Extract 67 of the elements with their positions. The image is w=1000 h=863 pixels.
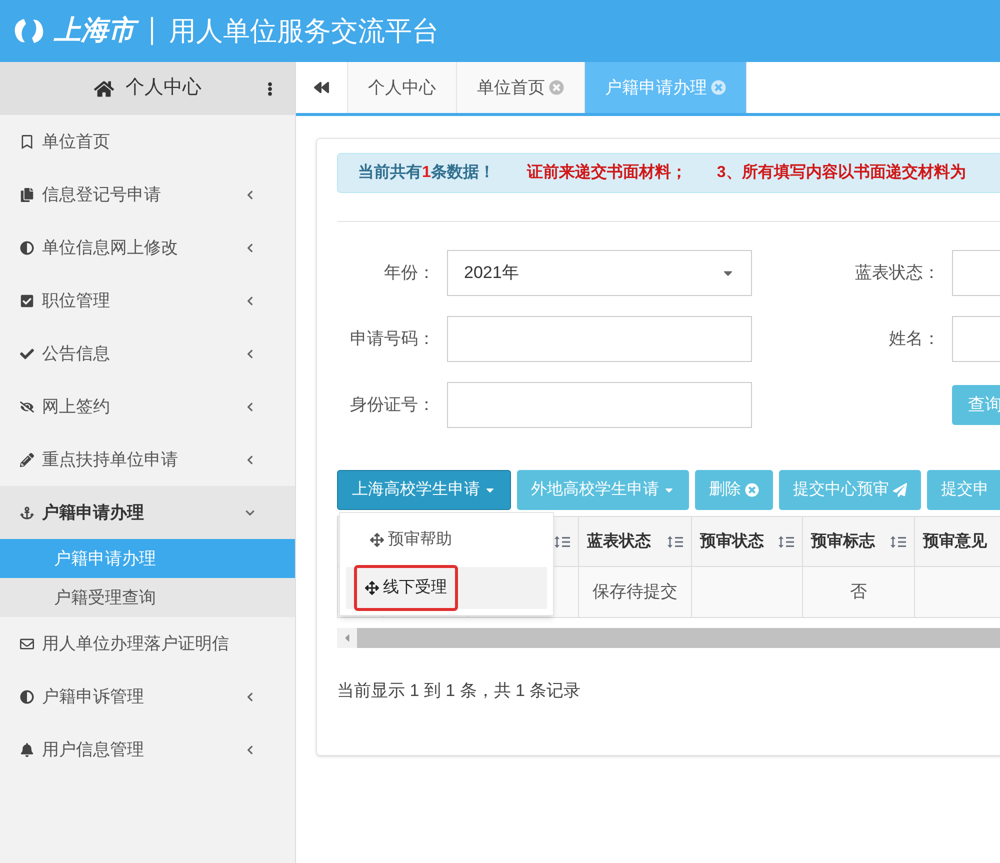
tab[interactable]: 个人中心 [348,62,457,113]
table-cell: 保存待提交 [579,567,692,617]
sidebar-item[interactable]: 户籍申请办理 [0,486,295,539]
paper-plane-icon [893,483,907,497]
sidebar-item[interactable]: 重点扶持单位申请 [0,433,295,486]
field-label: 身份证号： [349,394,436,416]
pagination-info: 当前显示 1 到 1 条，共 1 条记录 [337,680,582,702]
chevron-down-icon [245,508,255,518]
anchor-icon [20,506,34,520]
eye-slash-icon [20,400,34,414]
bell-icon [20,742,34,756]
chevron-left-icon [245,744,255,754]
column-header[interactable]: 预审状态 [692,517,803,566]
move-icon [365,581,379,595]
chevron-left-icon [245,692,255,702]
chevron-left-icon [245,242,255,252]
sort-icon[interactable] [778,534,794,548]
bookmark-icon [20,134,34,148]
horizontal-scrollbar[interactable] [337,628,1000,648]
documents-icon [20,188,34,202]
sidebar-item[interactable]: 信息登记号申请 [0,168,295,221]
platform-title: 用人单位服务交流平台 [169,14,439,48]
chevron-left-icon [245,190,255,200]
sidebar-item[interactable]: 公告信息 [0,327,295,380]
input-field[interactable] [447,382,752,428]
chevron-left-icon [245,296,255,306]
field-label: 姓名： [888,328,941,350]
column-header[interactable]: 预审意见 [915,517,1000,566]
record-count-text: 当前共有1条数据！ [358,162,495,183]
close-icon[interactable] [711,80,726,95]
sidebar-title: 个人中心 [126,76,202,100]
chevron-left-icon [245,454,255,464]
menu-item[interactable]: 线下受理 [346,567,547,609]
check-icon [20,346,34,360]
year-select[interactable]: 2021年 [447,250,752,296]
chevron-left-icon [245,348,255,358]
logo-icon [12,16,46,46]
checkbox-icon [20,294,34,308]
chevron-left-icon [245,402,255,412]
tab[interactable]: 单位首页 [457,62,585,113]
column-header[interactable]: 蓝表状态 [579,517,692,566]
sidebar-item[interactable]: 单位信息网上修改 [0,221,295,274]
table-cell: 否 [803,567,915,617]
sidebar-item[interactable]: 单位首页 [0,115,295,168]
sort-icon[interactable] [890,534,906,548]
sidebar-item[interactable]: 网上签约 [0,380,295,433]
column-header[interactable]: 预审标志 [803,517,915,566]
sidebar-item[interactable]: 用人单位办理落户证明信 [0,617,295,670]
sidebar-item[interactable]: 职位管理 [0,274,295,327]
sort-icon[interactable] [554,534,570,548]
field-label: 申请号码： [349,328,436,350]
sort-icon[interactable] [667,534,683,548]
close-icon[interactable] [549,80,564,95]
notice-text: 3、所有填写内容以书面递交材料为 [716,162,966,183]
submenu-item[interactable]: 户籍受理查询 [0,578,295,617]
menu-item[interactable]: 预审帮助 [346,519,547,561]
field-label: 年份： [383,262,436,284]
pencil-icon [20,452,34,466]
notice-text: 证前来递交书面材料； [526,162,687,183]
input-field[interactable] [447,316,752,362]
move-icon [370,533,384,547]
sidebar-item[interactable]: 用户信息管理 [0,723,295,776]
sidebar-item[interactable]: 户籍申诉管理 [0,670,295,723]
envelope-icon [20,636,34,650]
field-label: 蓝表状态： [854,262,941,284]
home-icon [94,78,114,98]
double-left-icon [314,80,329,95]
